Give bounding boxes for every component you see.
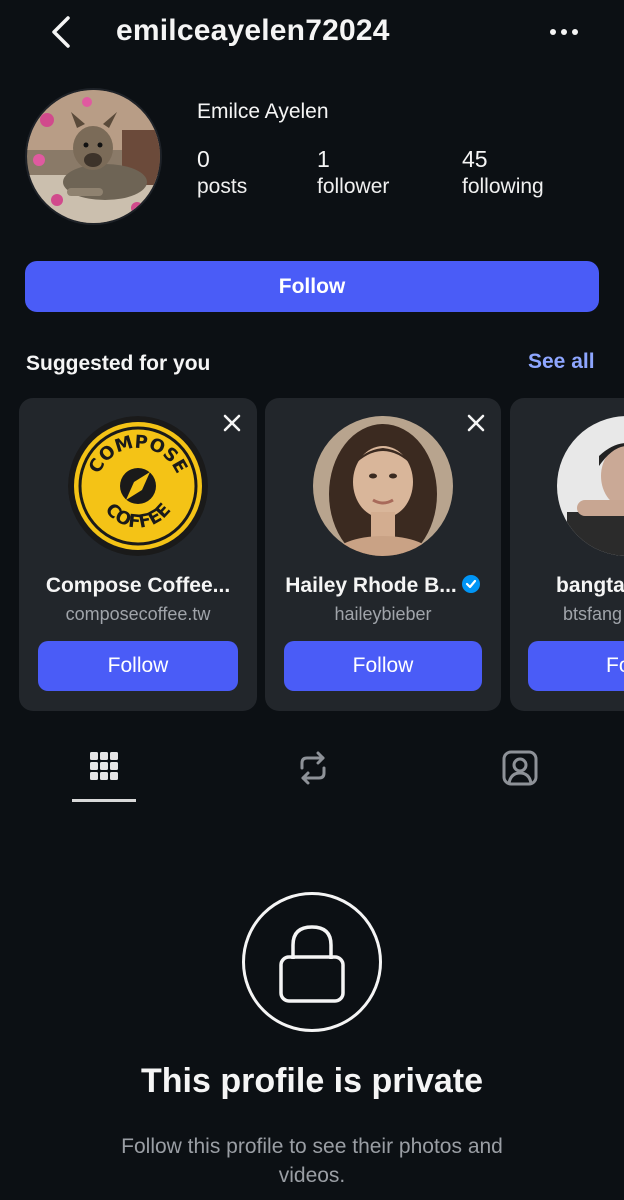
suggestion-card-hailey[interactable]: Hailey Rhode B... haileybieber Follow xyxy=(265,398,501,711)
suggestion-card-bangtan[interactable]: bangta btsfang Fol xyxy=(510,398,624,711)
private-title: This profile is private xyxy=(141,1062,483,1100)
tagged-tab-icon[interactable] xyxy=(498,746,542,790)
followers-count: 1 xyxy=(317,146,330,172)
posts-stat: 0 posts xyxy=(197,146,247,202)
suggestion-name[interactable]: Hailey Rhode B... xyxy=(265,574,501,598)
profile-page: emilceayelen72024 Emilce Ayelen 0 posts … xyxy=(0,0,624,1200)
dismiss-icon[interactable] xyxy=(465,412,487,434)
following-count: 45 xyxy=(462,146,488,172)
suggested-title: Suggested for you xyxy=(26,352,211,375)
lock-icon xyxy=(242,892,382,1032)
suggestion-handle: composecoffee.tw xyxy=(65,604,211,624)
grid-tab-icon[interactable] xyxy=(82,746,126,790)
followers-stat[interactable]: 1 follower xyxy=(317,146,389,202)
back-icon[interactable] xyxy=(44,12,80,52)
suggestion-name[interactable]: Compose Coffee... xyxy=(19,574,257,598)
following-stat[interactable]: 45 following xyxy=(462,146,544,202)
suggestion-follow-button[interactable]: Follow xyxy=(284,641,482,691)
suggestion-name[interactable]: bangta xyxy=(556,574,624,598)
dismiss-icon[interactable] xyxy=(221,412,243,434)
private-subtitle: Follow this profile to see their photos … xyxy=(121,1135,503,1187)
top-bar: emilceayelen72024 xyxy=(0,0,624,64)
display-name: Emilce Ayelen xyxy=(197,100,329,123)
suggestion-follow-button[interactable]: Follow xyxy=(38,641,238,691)
suggestion-avatar xyxy=(313,416,453,556)
suggestion-follow-button[interactable]: Fol xyxy=(528,641,624,691)
suggestion-avatar xyxy=(557,416,624,556)
profile-username: emilceayelen72024 xyxy=(116,14,390,47)
posts-count: 0 xyxy=(197,146,210,172)
more-options-icon[interactable] xyxy=(546,14,582,50)
suggestion-handle: btsfang xyxy=(563,604,623,624)
see-all-link[interactable]: See all xyxy=(528,350,595,374)
suggestion-card-compose-coffee[interactable]: COMPOSE COFFEE Compose Coffee... compose… xyxy=(19,398,257,711)
posts-label: posts xyxy=(197,175,248,198)
follow-button[interactable]: Follow xyxy=(25,261,599,312)
verified-badge-icon xyxy=(461,574,481,594)
suggestion-handle: haileybieber xyxy=(334,604,432,624)
repost-tab-icon[interactable] xyxy=(291,746,335,790)
profile-avatar[interactable] xyxy=(25,88,162,225)
followers-label: follower xyxy=(317,175,390,198)
following-label: following xyxy=(462,175,544,198)
compose-coffee-logo: COMPOSE COFFEE xyxy=(68,416,208,556)
suggestion-name-text: Hailey Rhode B... xyxy=(285,574,457,597)
active-tab-indicator xyxy=(72,799,136,802)
